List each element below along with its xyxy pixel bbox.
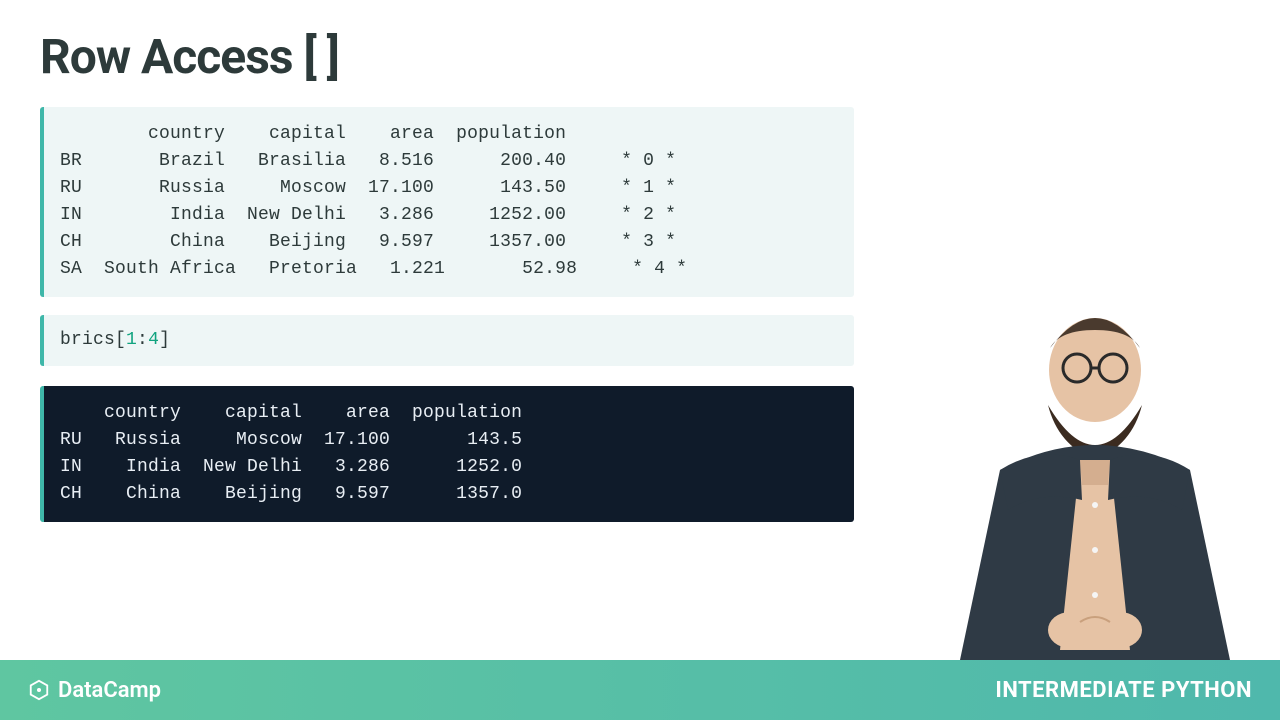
brand: DataCamp <box>28 678 161 703</box>
code-slice-end: 4 <box>148 330 159 350</box>
dataframe-output-sliced: country capital area population RU Russi… <box>40 386 854 522</box>
code-input: brics[1:4] <box>40 315 854 366</box>
slide: Row Access [ ] country capital area popu… <box>0 0 1280 720</box>
code-colon: : <box>137 330 148 350</box>
slide-content: Row Access [ ] country capital area popu… <box>0 0 1280 522</box>
code-variable: brics <box>60 330 115 350</box>
brand-name: DataCamp <box>58 678 161 703</box>
code-right-bracket: ] <box>159 330 170 350</box>
footer-bar: DataCamp INTERMEDIATE PYTHON <box>0 660 1280 720</box>
code-left-bracket: [ <box>115 330 126 350</box>
datacamp-logo-icon <box>28 679 50 701</box>
slide-title: Row Access [ ] <box>40 28 1240 85</box>
code-slice-start: 1 <box>126 330 137 350</box>
course-title: INTERMEDIATE PYTHON <box>995 678 1252 703</box>
dataframe-output-full: country capital area population BR Brazi… <box>40 107 854 297</box>
